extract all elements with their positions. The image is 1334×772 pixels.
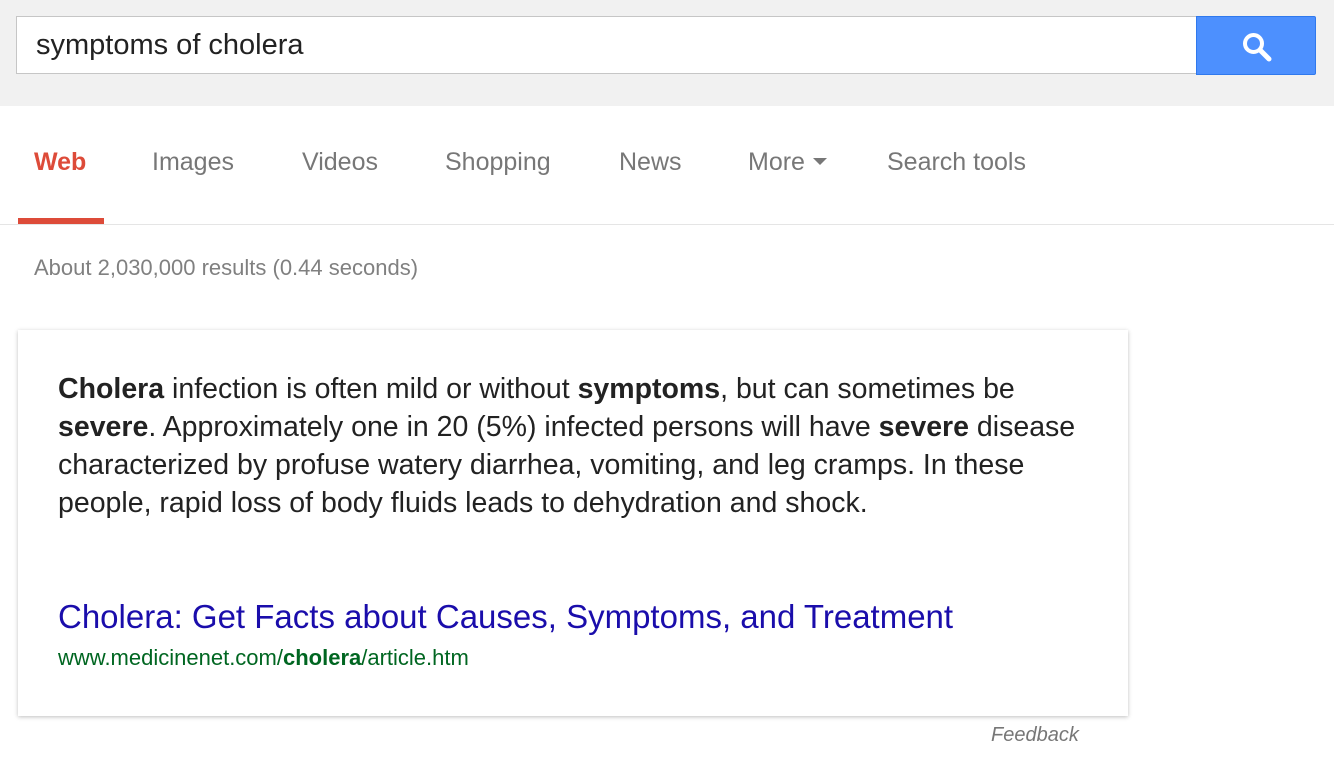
result-title-link[interactable]: Cholera: Get Facts about Causes, Symptom…	[58, 598, 953, 636]
answer-segment: severe	[878, 411, 969, 443]
search-tabs: Web Images Videos Shopping News More Sea…	[0, 106, 1334, 225]
tab-shopping[interactable]: Shopping	[445, 148, 551, 177]
search-icon	[1243, 33, 1272, 62]
tab-more-label: More	[748, 148, 805, 176]
result-url-prefix: www.medicinenet.com/	[58, 645, 283, 670]
search-box	[16, 16, 1196, 74]
answer-segment: , but can sometimes be	[720, 373, 1015, 405]
result-url: www.medicinenet.com/cholera/article.htm	[58, 645, 469, 671]
result-stats: About 2,030,000 results (0.44 seconds)	[34, 255, 419, 280]
answer-segment: symptoms	[577, 373, 721, 405]
feedback-link[interactable]: Feedback	[991, 724, 1079, 747]
answer-card: Cholera infection is often mild or witho…	[18, 330, 1128, 716]
caret-down-icon	[812, 158, 827, 166]
tab-web[interactable]: Web	[34, 148, 86, 177]
answer-segment: Cholera	[58, 373, 165, 405]
answer-text: Cholera infection is often mild or witho…	[58, 370, 1098, 522]
answer-segment: infection is often mild or without	[164, 373, 578, 405]
answer-segment: . Approximately one in 20 (5%) infected …	[148, 411, 879, 443]
active-tab-indicator	[18, 218, 104, 224]
search-input[interactable]	[17, 17, 1196, 73]
tab-search-tools[interactable]: Search tools	[887, 148, 1026, 177]
result-url-bold: cholera	[282, 645, 362, 670]
tab-more[interactable]: More	[748, 148, 827, 177]
search-button[interactable]	[1196, 16, 1316, 75]
tab-news[interactable]: News	[619, 148, 682, 177]
answer-segment: severe	[58, 411, 149, 443]
result-url-suffix: /article.htm	[361, 645, 469, 670]
tab-images[interactable]: Images	[152, 148, 234, 177]
search-header	[0, 0, 1334, 106]
tab-videos[interactable]: Videos	[302, 148, 378, 177]
